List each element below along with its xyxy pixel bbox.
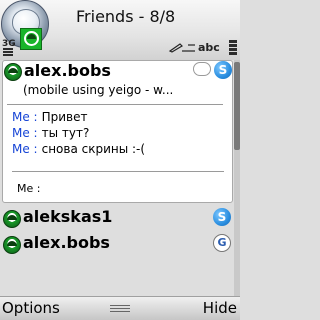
menu-softkey-icon[interactable] [110, 303, 130, 315]
online-status-icon[interactable] [20, 28, 42, 50]
chat-bubble-icon [193, 62, 211, 76]
input-mode-indicator: abc [198, 41, 220, 54]
divider [7, 104, 223, 105]
pen-input-icon [168, 43, 195, 53]
contact-status-icon [3, 210, 21, 228]
message-text: снова скрины :-( [41, 142, 146, 156]
title-bar: 3G Friends - 8/8 abc [0, 0, 240, 60]
contact-item-alex-bobs[interactable]: alex.bobs G [2, 232, 233, 258]
divider [12, 171, 224, 172]
options-softkey[interactable]: Options [2, 299, 60, 317]
message-sender: Me : [12, 126, 38, 140]
contact-item-alekskas1[interactable]: alekskas1 S [2, 206, 233, 232]
message-row: Me : Привет [12, 110, 87, 124]
battery-icon [229, 40, 237, 60]
message-text: ты тут? [41, 126, 90, 140]
softkey-bar: Options Hide [0, 296, 240, 320]
message-text: Привет [41, 110, 88, 124]
message-sender: Me : [12, 142, 38, 156]
message-input[interactable]: Me : [17, 182, 40, 195]
contact-list: alex.bobs S (mobile using yeigo - w... M… [0, 60, 240, 296]
chat-contact-subtitle: (mobile using yeigo - w... [23, 83, 174, 97]
contact-status-icon [3, 236, 21, 254]
page-title: Friends - 8/8 [76, 7, 176, 26]
scrollbar-thumb[interactable] [234, 62, 240, 150]
contact-name: alekskas1 [23, 207, 113, 226]
gtalk-icon: G [213, 234, 231, 252]
chat-panel[interactable]: alex.bobs S (mobile using yeigo - w... M… [2, 60, 233, 203]
contact-name: alex.bobs [23, 233, 110, 252]
chat-contact-name: alex.bobs [24, 61, 111, 80]
skype-icon: S [214, 61, 232, 79]
hide-softkey[interactable]: Hide [203, 299, 237, 317]
message-row: Me : ты тут? [12, 126, 89, 140]
scrollbar[interactable] [234, 60, 240, 296]
skype-icon: S [213, 208, 231, 226]
signal-strength-icon [3, 48, 13, 60]
message-sender: Me : [12, 110, 38, 124]
contact-status-icon [4, 63, 22, 81]
message-row: Me : снова скрины :-( [12, 142, 145, 156]
